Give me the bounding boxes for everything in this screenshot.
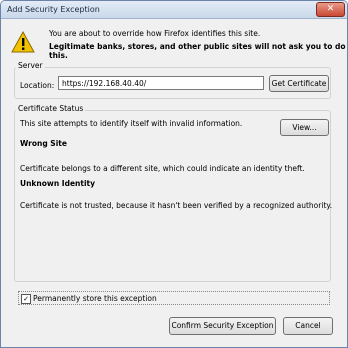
permanent-store-checkbox[interactable]: ✓: [21, 294, 31, 304]
server-group-label: Server: [16, 61, 45, 70]
get-certificate-button[interactable]: Get Certificate: [269, 75, 329, 92]
legitimate-sites-warning: Legitimate banks, stores, and other publ…: [49, 42, 346, 60]
unknown-identity-heading: Unknown Identity: [20, 179, 96, 188]
cancel-button[interactable]: Cancel: [283, 317, 333, 335]
confirm-security-exception-button[interactable]: Confirm Security Exception: [169, 317, 276, 335]
add-security-exception-dialog: Add Security Exception ✕ You are about t…: [0, 0, 348, 348]
permanent-store-label[interactable]: Permanently store this exception: [33, 294, 157, 303]
view-button[interactable]: View...: [280, 119, 329, 136]
certificate-intro: This site attempts to identify itself wi…: [20, 119, 243, 128]
location-input[interactable]: [58, 76, 264, 90]
wrong-site-heading: Wrong Site: [20, 139, 67, 148]
window-title: Add Security Exception: [7, 5, 100, 14]
warning-icon: [11, 31, 35, 53]
unknown-identity-description: Certificate is not trusted, because it h…: [20, 201, 333, 210]
override-message: You are about to override how Firefox id…: [49, 29, 261, 38]
certificate-status-label: Certificate Status: [16, 104, 86, 113]
close-button[interactable]: ✕: [316, 2, 345, 17]
wrong-site-description: Certificate belongs to a different site,…: [20, 164, 305, 173]
location-label: Location:: [20, 81, 55, 90]
title-bar[interactable]: Add Security Exception ✕: [1, 1, 347, 19]
